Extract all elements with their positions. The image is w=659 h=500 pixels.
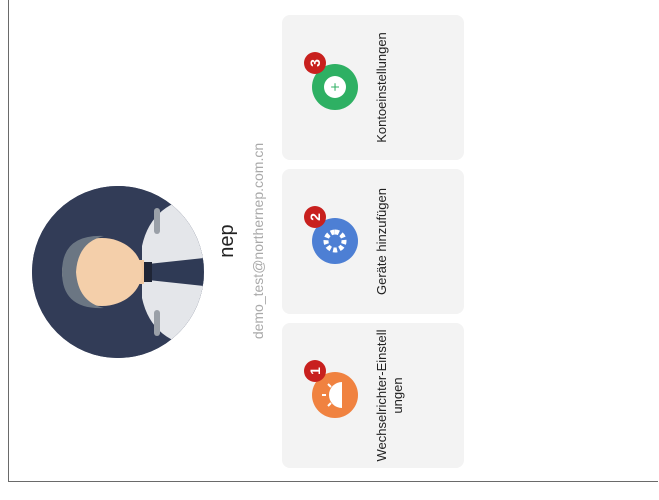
add-devices-card[interactable]: 2 Geräte hinzufügen [282, 169, 464, 314]
avatar[interactable] [32, 186, 204, 358]
avatar-illustration [32, 186, 204, 358]
account-settings-card[interactable]: + 3 Kontoeinstellungen [282, 15, 464, 160]
svg-text:+: + [328, 82, 342, 92]
inverter-settings-label: Wechselrichter-Einstellungen [374, 329, 405, 462]
add-devices-label: Geräte hinzufügen [374, 188, 389, 295]
user-name: nep [216, 224, 238, 258]
account-settings-label: Kontoeinstellungen [374, 32, 389, 143]
badge-2: 2 [304, 206, 326, 228]
badge-1: 1 [304, 360, 326, 382]
badge-3: 3 [304, 52, 326, 74]
rotated-content: nep demo_test@northernep.com.cn 1 Wechse… [10, 0, 650, 482]
inverter-settings-card[interactable]: 1 Wechselrichter-Einstellungen [282, 323, 464, 468]
user-email: demo_test@northernep.com.cn [250, 142, 266, 340]
